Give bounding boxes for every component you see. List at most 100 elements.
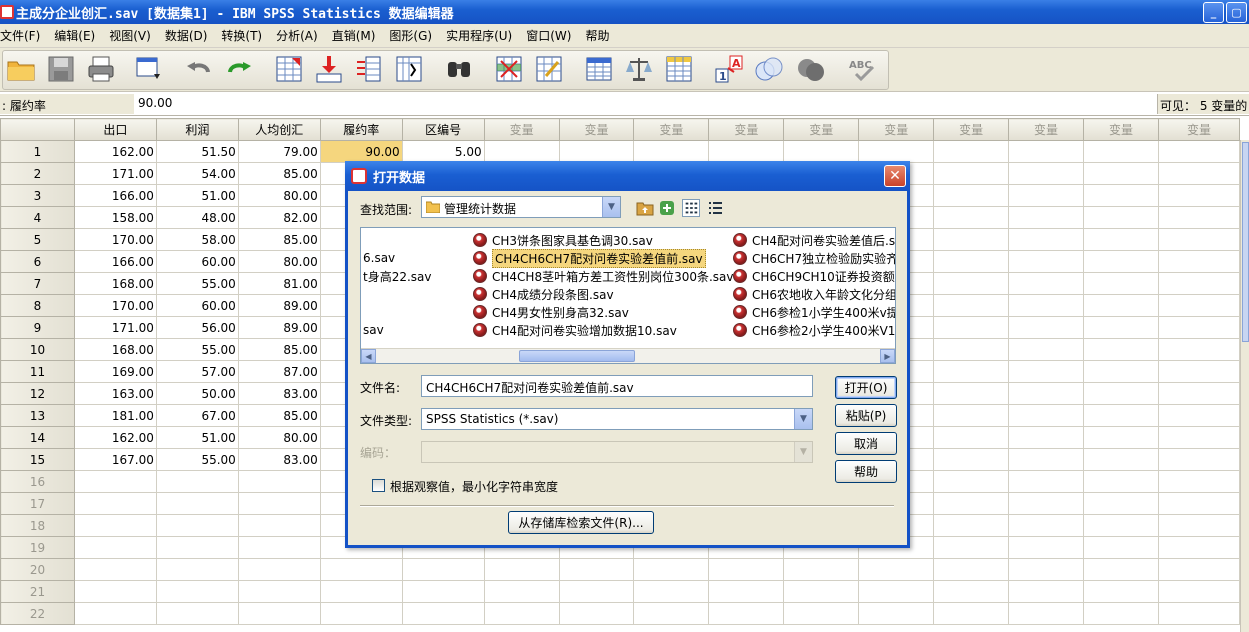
data-cell[interactable] — [1008, 426, 1084, 449]
data-cell[interactable]: 171.00 — [73, 162, 157, 185]
data-cell[interactable] — [237, 492, 321, 515]
data-cell[interactable] — [483, 558, 560, 581]
data-cell[interactable]: 60.00 — [155, 250, 239, 273]
data-cell[interactable]: 60.00 — [155, 294, 239, 317]
file-item[interactable]: CH6CH9CH10证券投资额 — [733, 267, 895, 285]
data-cell[interactable]: 170.00 — [73, 294, 157, 317]
data-cell[interactable]: 5.00 — [401, 140, 485, 163]
data-cell[interactable] — [1083, 536, 1159, 559]
data-cell[interactable] — [1083, 140, 1159, 163]
data-cell[interactable] — [933, 470, 1010, 493]
open-folder-icon[interactable] — [6, 54, 36, 84]
file-item[interactable]: CH6农地收入年龄文化分组 — [733, 285, 895, 303]
data-cell[interactable] — [1083, 470, 1159, 493]
file-item[interactable]: CH4配对问卷实验差值后.s — [733, 231, 895, 249]
data-cell[interactable] — [1008, 448, 1084, 471]
details-view-icon[interactable] — [706, 199, 724, 217]
data-cell[interactable] — [858, 580, 935, 603]
data-cell[interactable]: 51.00 — [155, 426, 239, 449]
data-cell[interactable] — [73, 602, 157, 625]
data-cell[interactable]: 170.00 — [73, 228, 157, 251]
data-cell[interactable] — [708, 140, 785, 163]
data-cell[interactable] — [483, 580, 560, 603]
data-cell[interactable] — [155, 492, 239, 515]
data-cell[interactable] — [401, 558, 485, 581]
data-cell[interactable] — [73, 536, 157, 559]
data-cell[interactable] — [633, 580, 710, 603]
data-cell[interactable] — [237, 558, 321, 581]
data-cell[interactable] — [1083, 250, 1159, 273]
file-item[interactable]: t身高22.sav — [363, 267, 432, 285]
row-number[interactable]: 18 — [0, 514, 75, 537]
column-header[interactable]: 人均创汇 — [237, 118, 321, 141]
dialog-recall-icon[interactable] — [134, 54, 164, 84]
data-cell[interactable] — [1083, 360, 1159, 383]
cell-value-input[interactable]: 90.00 — [138, 96, 172, 110]
data-cell[interactable] — [633, 558, 710, 581]
row-number[interactable]: 4 — [0, 206, 75, 229]
data-cell[interactable]: 55.00 — [155, 338, 239, 361]
empty-variable-header[interactable]: 变量 — [708, 118, 785, 141]
data-cell[interactable] — [933, 228, 1010, 251]
redo-icon[interactable] — [224, 54, 254, 84]
row-number[interactable]: 17 — [0, 492, 75, 515]
column-header[interactable]: 利润 — [155, 118, 239, 141]
data-cell[interactable] — [933, 360, 1010, 383]
data-cell[interactable] — [1083, 338, 1159, 361]
data-cell[interactable] — [1008, 580, 1084, 603]
menu-window[interactable]: 窗口(W) — [526, 27, 579, 44]
data-cell[interactable] — [1008, 272, 1084, 295]
file-item[interactable]: CH4CH6CH7配对问卷实验差值前.sav — [473, 248, 706, 268]
data-cell[interactable]: 80.00 — [237, 250, 321, 273]
data-cell[interactable]: 51.50 — [155, 140, 239, 163]
data-cell[interactable] — [237, 470, 321, 493]
filetype-select[interactable]: SPSS Statistics (*.sav) ▼ — [421, 408, 813, 430]
data-cell[interactable] — [933, 514, 1010, 537]
data-cell[interactable]: 85.00 — [237, 404, 321, 427]
data-cell[interactable] — [401, 602, 485, 625]
weight-cases-icon[interactable] — [624, 54, 654, 84]
data-cell[interactable] — [73, 492, 157, 515]
data-cell[interactable] — [933, 272, 1010, 295]
row-number[interactable]: 15 — [0, 448, 75, 471]
data-cell[interactable] — [1157, 294, 1241, 317]
row-number[interactable]: 13 — [0, 404, 75, 427]
data-cell[interactable] — [1157, 514, 1241, 537]
data-cell[interactable] — [73, 580, 157, 603]
data-cell[interactable]: 89.00 — [237, 294, 321, 317]
data-cell[interactable] — [319, 558, 403, 581]
row-number[interactable]: 11 — [0, 360, 75, 383]
data-cell[interactable] — [1008, 382, 1084, 405]
data-cell[interactable] — [319, 602, 403, 625]
split-file-icon[interactable] — [584, 54, 614, 84]
data-cell[interactable] — [1157, 272, 1241, 295]
menu-transform[interactable]: 转换(T) — [221, 27, 270, 44]
chevron-down-icon[interactable]: ▼ — [602, 197, 620, 217]
data-cell[interactable] — [1083, 426, 1159, 449]
data-cell[interactable] — [1157, 382, 1241, 405]
data-cell[interactable]: 57.00 — [155, 360, 239, 383]
menu-data[interactable]: 数据(D) — [165, 27, 216, 44]
data-cell[interactable] — [1008, 602, 1084, 625]
data-cell[interactable] — [1083, 404, 1159, 427]
row-number[interactable]: 14 — [0, 426, 75, 449]
data-cell[interactable]: 58.00 — [155, 228, 239, 251]
row-number[interactable]: 22 — [0, 602, 75, 625]
data-cell[interactable]: 55.00 — [155, 272, 239, 295]
data-cell[interactable] — [401, 580, 485, 603]
data-cell[interactable] — [155, 580, 239, 603]
data-cell[interactable] — [1008, 294, 1084, 317]
save-icon[interactable] — [46, 54, 76, 84]
row-number[interactable]: 5 — [0, 228, 75, 251]
data-cell[interactable] — [73, 514, 157, 537]
data-cell[interactable] — [933, 382, 1010, 405]
row-number[interactable]: 12 — [0, 382, 75, 405]
row-number[interactable]: 2 — [0, 162, 75, 185]
data-cell[interactable]: 90.00 — [319, 140, 403, 163]
variables-icon[interactable] — [354, 54, 384, 84]
data-cell[interactable] — [1008, 140, 1084, 163]
data-cell[interactable]: 67.00 — [155, 404, 239, 427]
data-cell[interactable] — [1008, 536, 1084, 559]
data-cell[interactable] — [155, 558, 239, 581]
run-descriptive-icon[interactable] — [394, 54, 424, 84]
